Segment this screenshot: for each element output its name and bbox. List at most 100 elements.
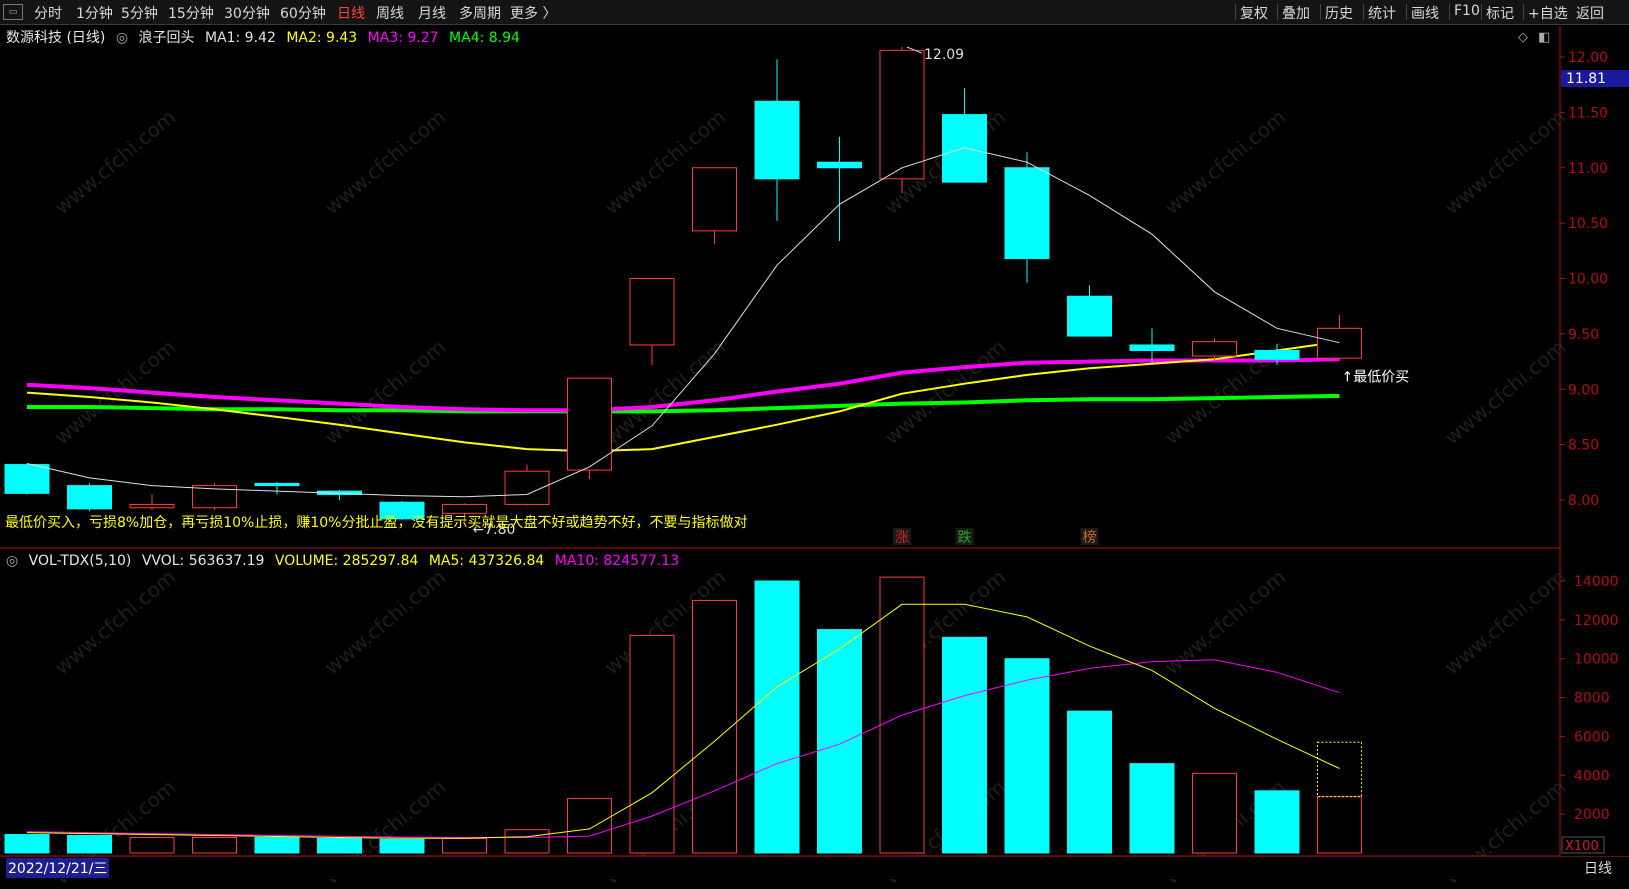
candle-body-10 bbox=[629, 278, 675, 346]
tool-button-1[interactable]: 叠加 bbox=[1282, 3, 1310, 23]
vol-tick-label-1: 4000 bbox=[1574, 768, 1610, 784]
volume-indicator-bar: ◎ VOL-TDX(5,10) VVOL: 563637.19 VOLUME: … bbox=[6, 553, 685, 569]
strategy-note: 最低价买入，亏损8%加仓，再亏损10%止损，赚10%分批止盈，没有提示买就是大盘… bbox=[5, 514, 747, 531]
vol-unit-label: X100 bbox=[1565, 839, 1599, 854]
ma3-value: MA3: 9.27 bbox=[367, 30, 439, 46]
candle-body-15 bbox=[942, 114, 987, 183]
mark-bang: 榜 bbox=[1083, 529, 1097, 546]
period-toolbar: ▭ 分时 1分钟 5分钟 15分钟 30分钟 60分钟 日线 周线 月线 多周期 更多 〉 复权 叠加… bbox=[0, 0, 1629, 25]
chart-tools: ◇ ◧ bbox=[1518, 30, 1550, 45]
candle-body-4 bbox=[254, 482, 300, 487]
tool-button-3[interactable]: 统计 bbox=[1368, 3, 1396, 23]
price-tick-label-4: 10.00 bbox=[1568, 272, 1608, 288]
vol-tick-label-0: 2000 bbox=[1574, 807, 1610, 823]
menu-icon[interactable]: ▭ bbox=[3, 4, 23, 20]
price-tick-label-3: 9.50 bbox=[1568, 327, 1599, 343]
volume-bar-19 bbox=[1192, 772, 1237, 854]
vol-tick-label-2: 6000 bbox=[1574, 729, 1610, 745]
buy-signal-label: ↑最低价买 bbox=[1342, 369, 1410, 385]
high-price-label: 12.09 bbox=[924, 47, 964, 63]
candle-body-19 bbox=[1192, 341, 1237, 357]
candle-body-18 bbox=[1129, 344, 1175, 351]
candle-body-16 bbox=[1004, 167, 1050, 260]
tool-button-6[interactable]: 标记 bbox=[1486, 3, 1514, 23]
tab-5[interactable]: 60分钟 bbox=[280, 3, 326, 23]
period-mode[interactable]: 日线 bbox=[1584, 858, 1612, 878]
vol-tick-label-4: 10000 bbox=[1574, 652, 1619, 668]
price-tick-label-7: 11.50 bbox=[1568, 105, 1608, 121]
stock-name[interactable]: 数源科技 (日线) bbox=[6, 30, 105, 46]
vvol-value: VVOL: 563637.19 bbox=[141, 553, 265, 569]
cursor-date: 2022/12/21/三 bbox=[6, 858, 110, 878]
volume-bar-8 bbox=[504, 829, 550, 854]
candle-body-13 bbox=[817, 161, 862, 169]
tab-9[interactable]: 多周期 bbox=[459, 3, 501, 23]
tool-button-8[interactable]: 返回 bbox=[1576, 3, 1604, 23]
ma2-value: MA2: 9.43 bbox=[286, 30, 358, 46]
tool-button-2[interactable]: 历史 bbox=[1325, 3, 1353, 23]
volume-bar-0 bbox=[4, 834, 50, 854]
price-tick-label-0: 8.00 bbox=[1568, 493, 1599, 509]
tab-2[interactable]: 5分钟 bbox=[121, 3, 158, 23]
stock-chart[interactable]: 8.00 8.50 9.00 9.50 10.00 10.50 11.00 11.50 12.0… bbox=[0, 0, 1629, 878]
price-tick-label-8: 12.00 bbox=[1568, 50, 1608, 66]
tool-button-0[interactable]: 复权 bbox=[1240, 3, 1268, 23]
volume-bar-20 bbox=[1254, 790, 1300, 854]
candle-body-2 bbox=[129, 503, 175, 509]
volume-bar-5 bbox=[317, 837, 362, 854]
vol-ma10-value: MA10: 824577.13 bbox=[554, 553, 680, 569]
indicator-name[interactable]: 浪子回头 bbox=[139, 30, 195, 46]
tool-button-4[interactable]: 画线 bbox=[1411, 3, 1439, 23]
panel-toggle-icon[interactable]: ◧ bbox=[1538, 30, 1550, 45]
volume-bar-7 bbox=[442, 837, 487, 854]
tab-3[interactable]: 15分钟 bbox=[168, 3, 214, 23]
tab-4[interactable]: 30分钟 bbox=[224, 3, 270, 23]
tool-button-5[interactable]: F10 bbox=[1454, 3, 1480, 19]
vol-indicator-name[interactable]: VOL-TDX(5,10) bbox=[29, 553, 132, 569]
price-tick-label-5: 10.50 bbox=[1568, 216, 1608, 232]
ma1-value: MA1: 9.42 bbox=[204, 30, 276, 46]
indicator-toggle-icon[interactable]: ◎ bbox=[116, 30, 128, 46]
candle-body-11 bbox=[692, 167, 737, 232]
candle-body-0 bbox=[4, 464, 50, 494]
mark-zhang: 涨 bbox=[895, 530, 909, 546]
vol-ma5-value: MA5: 437326.84 bbox=[428, 553, 545, 569]
price-tick-label-6: 11.00 bbox=[1568, 161, 1608, 177]
price-tick-label-1: 8.50 bbox=[1568, 438, 1599, 454]
tab-6[interactable]: 日线 bbox=[337, 3, 365, 23]
volume-bar-10 bbox=[629, 634, 675, 854]
mark-die: 跌 bbox=[958, 530, 972, 546]
vol-toggle-icon[interactable]: ◎ bbox=[6, 553, 18, 569]
status-bar bbox=[0, 856, 1629, 879]
volume-bar-16 bbox=[1004, 658, 1050, 854]
candle-body-17 bbox=[1067, 295, 1112, 337]
price-tick-label-2: 9.00 bbox=[1568, 382, 1599, 398]
tab-7[interactable]: 周线 bbox=[376, 3, 404, 23]
tab-1[interactable]: 1分钟 bbox=[76, 3, 113, 23]
candle-body-12 bbox=[754, 100, 800, 180]
ma1-line bbox=[26, 147, 1340, 498]
tab-8[interactable]: 月线 bbox=[418, 3, 446, 23]
volume-bar-3 bbox=[192, 836, 237, 854]
volume-bar-4 bbox=[254, 836, 300, 854]
candle-body-14 bbox=[879, 49, 925, 180]
volume-estimate-box bbox=[1317, 741, 1362, 798]
volume-bar-9 bbox=[567, 798, 612, 854]
diamond-icon[interactable]: ◇ bbox=[1518, 30, 1528, 45]
volume-bar-1 bbox=[67, 835, 112, 854]
vol-tick-label-3: 8000 bbox=[1574, 691, 1610, 707]
candle-body-20 bbox=[1254, 349, 1300, 360]
volume-bar-12 bbox=[754, 580, 800, 854]
candle-body-21 bbox=[1317, 327, 1362, 359]
volume-value: VOLUME: 285297.84 bbox=[274, 553, 419, 569]
volume-bar-6 bbox=[379, 838, 425, 854]
tab-0[interactable]: 分时 bbox=[34, 3, 62, 23]
volume-bar-18 bbox=[1129, 763, 1175, 854]
volume-bar-2 bbox=[129, 836, 175, 854]
volume-bar-21 bbox=[1317, 796, 1362, 854]
tool-button-7[interactable]: +自选 bbox=[1528, 3, 1568, 23]
main-indicator-bar: 数源科技 (日线) ◎ 浪子回头 MA1: 9.42 MA2: 9.43 MA3… bbox=[6, 27, 526, 47]
tab-10[interactable]: 更多 〉 bbox=[510, 3, 556, 23]
vol-tick-label-5: 12000 bbox=[1574, 613, 1619, 629]
volume-bar-17 bbox=[1067, 710, 1112, 854]
